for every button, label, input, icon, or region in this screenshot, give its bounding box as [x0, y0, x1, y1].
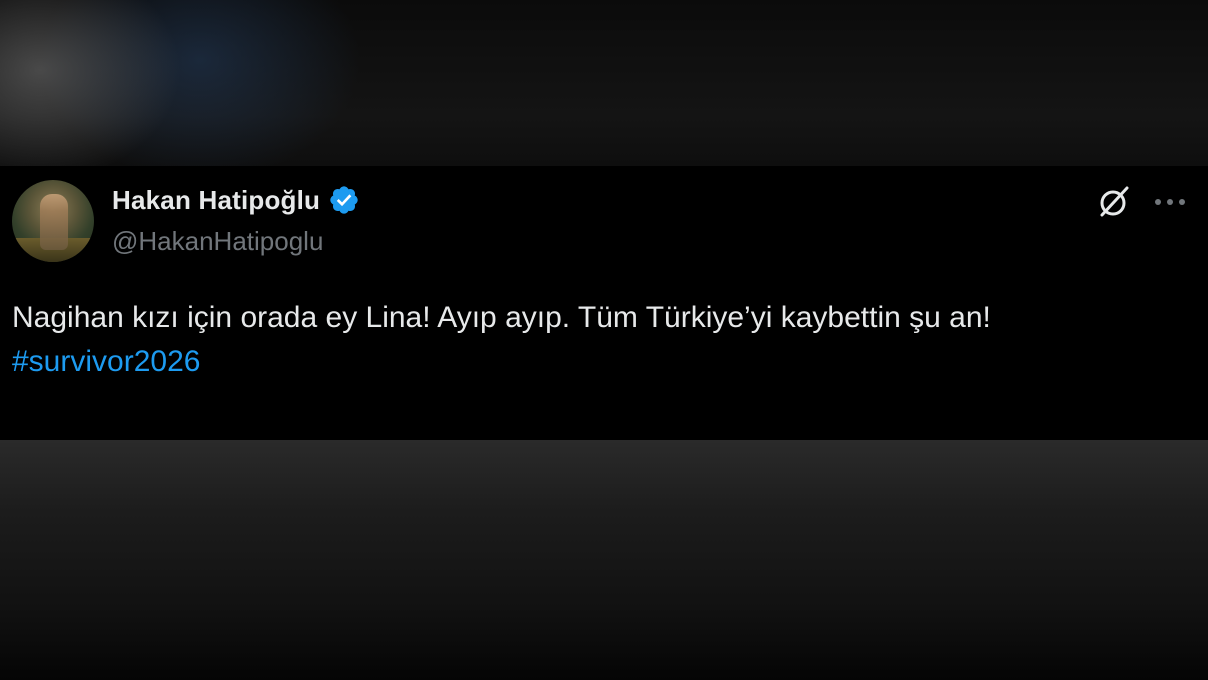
verified-badge-icon	[328, 184, 360, 216]
tweet-body: Nagihan kızı için orada ey Lina! Ayıp ay…	[12, 301, 991, 334]
tweet-text: Nagihan kızı için orada ey Lina! Ayıp ay…	[12, 296, 1192, 384]
author-name-row: Hakan Hatipoğlu	[112, 184, 360, 216]
blurred-background-top	[0, 0, 1208, 166]
more-options-icon[interactable]	[1152, 188, 1188, 216]
avatar[interactable]	[12, 180, 94, 262]
grok-icon[interactable]	[1096, 184, 1132, 220]
avatar-figure	[40, 194, 68, 250]
tweet-card: Hakan Hatipoğlu @HakanHatipoglu Nagihan …	[0, 166, 1208, 440]
author-handle[interactable]: @HakanHatipoglu	[112, 226, 323, 257]
hashtag-link[interactable]: #survivor2026	[12, 340, 1192, 384]
screenshot-frame: Hakan Hatipoğlu @HakanHatipoglu Nagihan …	[0, 0, 1208, 680]
author-display-name[interactable]: Hakan Hatipoğlu	[112, 185, 320, 216]
blurred-background-bottom	[0, 440, 1208, 680]
tweet-meta-blurred: · · · · · · · · · · · · · · · · · · · · …	[12, 428, 386, 440]
